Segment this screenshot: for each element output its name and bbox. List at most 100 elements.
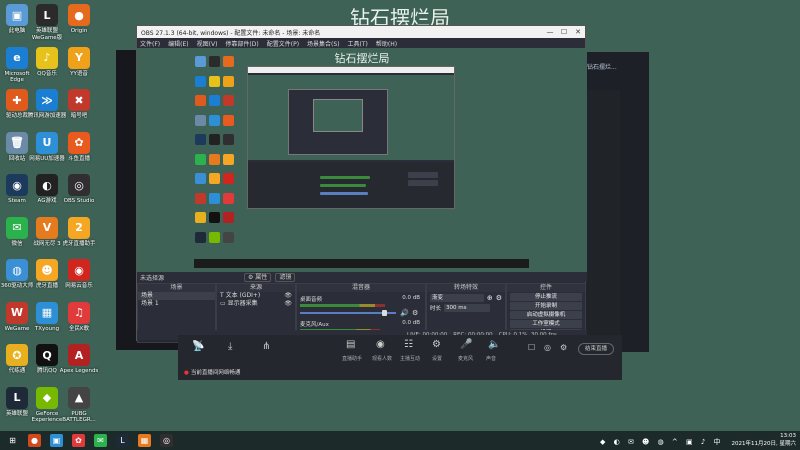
minimize-icon[interactable]: — [543,28,557,36]
obs-titlebar[interactable]: OBS 27.1.3 (64-bit, windows) - 配置文件: 未命名… [137,26,585,38]
interaction-icon[interactable]: ☷ [404,339,413,350]
desktop-icon[interactable]: ◉ 网易云音乐 [62,259,96,290]
chat-icon[interactable]: ☐ [528,343,535,352]
app-icon: Q [36,344,58,366]
add-icon[interactable]: ⊕ [487,294,493,302]
app-icon: ◍ [6,259,28,281]
scene-item[interactable]: 场景 [138,292,215,300]
desktop-icon[interactable]: ♫ 全民K歌 [62,301,96,333]
menu-item[interactable]: 停靠部件(D) [225,39,258,48]
stop-streaming-button[interactable]: 停止推流 [510,293,582,301]
overlay-menu-item[interactable]: 直播助手 [342,355,362,362]
gear-icon[interactable]: ⚙ [412,309,418,317]
overlay-menu-item[interactable]: 麦克风 [458,355,473,362]
nested-obs-window-level-3 [313,99,363,132]
desktop-icon[interactable]: ◎ OBS Studio [62,174,96,205]
desktop-icon-label: 全民K歌 [68,325,90,332]
desktop-icon[interactable]: L 英雄联盟 WeGame版 [30,4,64,41]
end-live-button[interactable]: 结束直播 [578,343,614,355]
desktop-icon[interactable]: ✖ 暗号吧 [62,89,96,120]
taskbar-app-icon[interactable]: L [116,434,129,447]
desktop-icon[interactable]: ● Origin [62,4,96,35]
obs-preview[interactable]: 钻石摆烂局 [137,48,587,272]
taskbar-app-icon[interactable]: ▦ [138,434,151,447]
menu-item[interactable]: 场景集合(S) [307,39,340,48]
transition-duration-row: 时长 300 ms [430,304,502,312]
app-icon: ✖ [68,89,90,111]
preview-desktop-icon [209,173,220,184]
menu-item[interactable]: 文件(F) [140,39,160,48]
source-item[interactable]: T 文本 (GDI+) 👁 [217,292,295,300]
desktop-icon[interactable]: A Apex Legends [60,344,98,375]
mixer-channel-db: 0.0 dB [402,295,420,301]
microphone-icon[interactable]: 🎤 [460,339,472,350]
sound-icon[interactable]: 🔈 [488,339,500,350]
taskbar-app-icon[interactable]: ✿ [72,434,85,447]
transitions-title: 转场特效 [427,284,505,292]
taskbar-app-icon[interactable]: ▣ [50,434,63,447]
live-assistant-panel[interactable]: 📡 ⤓ ⋔ ▤ ◉ ☷ ⚙ 🎤 🔈 直播助手 观看人数 主播互动 设置 麦克风 … [178,335,622,380]
system-tray-icons[interactable]: ◆ ◐ ✉ ☻ ◍ ^ ▣ ♪ 中 [600,437,724,447]
preview-desktop-icon [195,95,206,106]
source-item[interactable]: ▭ 显示器采集 👁 [217,300,295,308]
scene-item[interactable]: 场景 1 [138,300,215,308]
app-icon: 🗑 [6,131,28,154]
assistant-icon[interactable]: ▤ [346,339,355,350]
maximize-icon[interactable]: ☐ [557,28,571,36]
nested-obs-titlebar [248,67,454,73]
menu-item[interactable]: 视图(V) [197,39,218,48]
start-recording-button[interactable]: 开始录制 [510,302,582,310]
preview-desktop-icon [209,212,220,223]
app-icon: ▦ [36,301,58,324]
desktop-icon[interactable]: ▲ PUBG BATTLEGR... [62,386,96,424]
desktop-icon[interactable]: e Microsoft Edge [0,46,34,84]
start-icon[interactable]: ⊞ [6,434,19,447]
menu-item[interactable]: 帮助(H) [376,39,397,48]
obs-window[interactable]: OBS 27.1.3 (64-bit, windows) - 配置文件: 未命名… [136,25,587,346]
menu-item[interactable]: 工具(T) [348,39,368,48]
viewers-icon[interactable]: ◉ [376,339,385,350]
desktop-icon[interactable]: ✿ 斗鱼直播 [62,131,96,163]
transition-type-select[interactable]: 渐变 [430,294,484,302]
duration-input[interactable]: 300 ms [444,304,491,312]
menu-item[interactable]: 配置文件(P) [267,39,299,48]
network-icon[interactable]: ⋔ [262,341,270,352]
menu-item[interactable]: 编辑(E) [168,39,188,48]
app-icon: Y [68,46,90,69]
overlay-menu-item[interactable]: 设置 [432,355,442,362]
gear-icon[interactable]: ⚙ [560,343,567,352]
taskbar-app-icon[interactable]: ● [28,434,41,447]
nested-obs-window-level-2 [288,89,388,155]
speaker-icon[interactable]: 🔊 [400,309,409,317]
overlay-menu-item[interactable]: 观看人数 [372,355,392,362]
app-icon: ✚ [6,89,28,111]
preview-desktop-icon [209,56,220,67]
desktop-icon[interactable]: Y YY语音 [62,46,96,78]
broadcast-icon[interactable]: 📡 [192,341,204,352]
studio-mode-button[interactable]: 工作室模式 [510,320,582,328]
network-status-notice: ● 当前直播间网络畅通 [184,368,240,376]
eye-icon[interactable]: 👁 [284,300,292,308]
download-icon[interactable]: ⤓ [228,341,232,352]
desktop-icon-label: OBS Studio [63,198,95,204]
source-item-label: T 文本 (GDI+) [220,292,261,299]
system-clock[interactable]: 13:03 2021年11月20日, 星期六 [726,432,797,448]
app-icon: ♫ [68,301,90,324]
volume-slider-knob[interactable] [382,310,387,316]
desktop-icon[interactable]: 2 虎牙直播助手 [62,216,96,248]
eye-icon[interactable]: 👁 [284,292,292,300]
start-virtual-camera-button[interactable]: 启动虚拟摄像机 [510,311,582,319]
camera-icon[interactable]: ◎ [544,343,551,352]
close-icon[interactable]: ✕ [571,28,585,36]
properties-button[interactable]: ⚙ 属性 [244,272,272,282]
preview-desktop-icon [209,192,220,204]
settings-icon[interactable]: ⚙ [432,339,441,350]
overlay-menu-item[interactable]: 主播互动 [400,355,420,362]
preview-desktop-icon [223,95,234,106]
filters-button[interactable]: 滤镜 [275,272,296,282]
taskbar-app-icon[interactable]: ◎ [160,434,173,447]
gear-icon[interactable]: ⚙ [496,294,502,302]
overlay-menu-item[interactable]: 声音 [486,355,496,362]
desktop-icon-label: 虎牙直播助手 [62,240,96,247]
taskbar-app-icon[interactable]: ✉ [94,434,107,447]
